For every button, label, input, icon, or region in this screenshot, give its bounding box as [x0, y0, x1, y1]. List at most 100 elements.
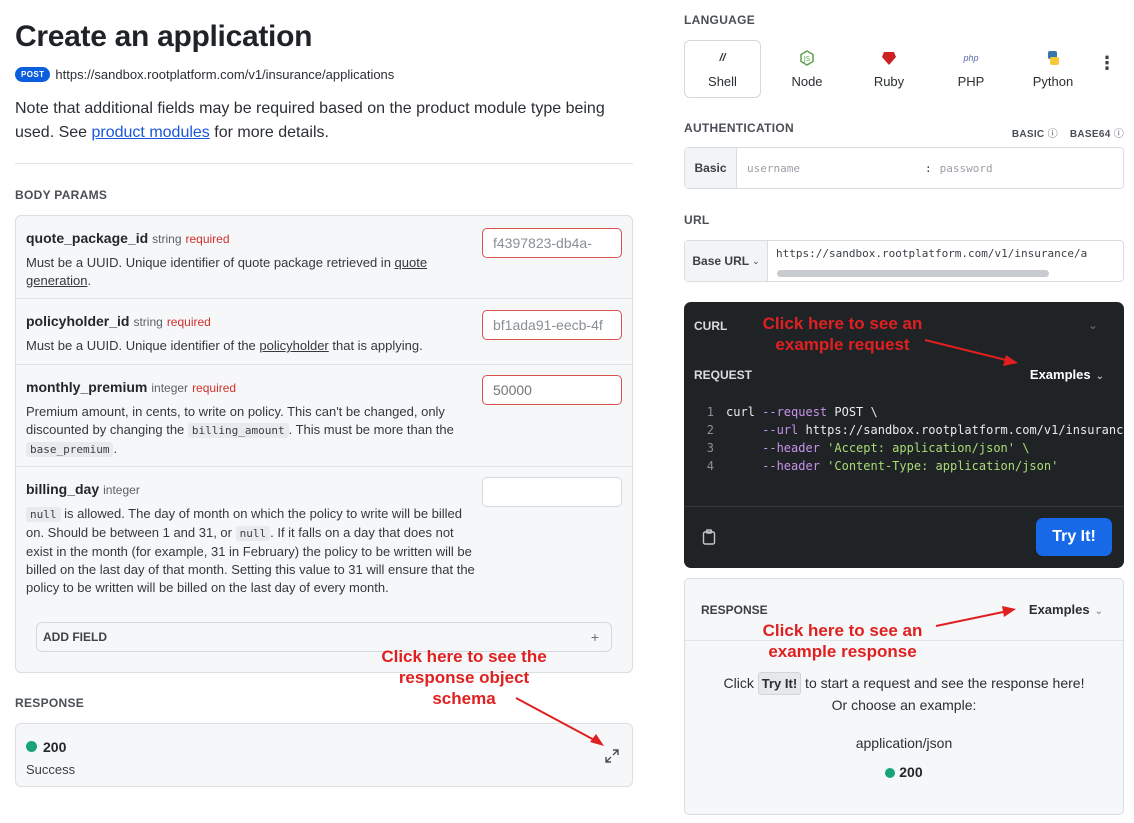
param-type: string — [133, 315, 163, 329]
try-it-kbd: Try It! — [757, 672, 802, 695]
param-description: null is allowed. The day of month on whi… — [26, 506, 475, 595]
status-text: Success — [26, 762, 76, 777]
response-example-200[interactable]: 200 — [685, 764, 1123, 780]
chevron-down-icon[interactable]: ⌄ — [1088, 318, 1098, 332]
chevron-down-icon: ⌄ — [752, 255, 760, 266]
status-code: 200 — [43, 738, 67, 755]
quote-package-id-input[interactable] — [482, 228, 622, 258]
response-status-box[interactable]: 200 Success — [15, 723, 633, 787]
param-description: Premium amount, in cents, to write on po… — [26, 404, 454, 457]
param-required: required — [185, 232, 230, 246]
note-text-end: for more details. — [209, 124, 329, 141]
clipboard-icon[interactable] — [702, 529, 716, 545]
param-policyholder-id: policyholder_id string required Must be a … — [16, 299, 632, 365]
language-label: LANGUAGE — [684, 13, 756, 27]
method-badge: POST — [15, 67, 51, 82]
curl-label: CURL — [694, 319, 728, 333]
request-examples-dropdown[interactable]: Examples ⌄ — [1030, 367, 1104, 382]
expand-icon[interactable] — [604, 748, 620, 764]
chevron-down-icon: ⌄ — [1095, 371, 1104, 382]
try-it-button[interactable]: Try It! — [1036, 518, 1112, 556]
param-name: policyholder_id — [26, 313, 130, 329]
lang-tab-ruby[interactable]: Ruby — [848, 40, 930, 98]
lang-tab-php[interactable]: php PHP — [930, 40, 1012, 98]
param-type: integer — [103, 483, 140, 497]
auth-box: Basic username : password — [684, 147, 1124, 189]
password-input[interactable]: password — [940, 162, 993, 175]
lang-label: Python — [1032, 73, 1074, 89]
code-line: 2 --url https://sandbox.rootplatform.com… — [706, 423, 1124, 437]
response-panel: RESPONSE Examples ⌄ Click Try It! to star… — [684, 578, 1124, 815]
monthly-premium-input[interactable] — [482, 375, 622, 405]
param-type: string — [152, 232, 182, 246]
param-required: required — [166, 315, 211, 329]
chevron-down-icon: ⌄ — [1094, 606, 1103, 617]
response-label: RESPONSE — [15, 696, 85, 710]
lang-label: PHP — [957, 73, 985, 89]
request-label: REQUEST — [694, 368, 753, 382]
php-icon: php — [963, 52, 979, 63]
code-line: 3 --header 'Accept: application/json' \ — [706, 441, 1030, 455]
auth-tags: BASIC ⓘ BASE64 ⓘ — [1012, 125, 1124, 140]
param-monthly-premium: monthly_premium integer required Premium a… — [16, 365, 632, 467]
lang-tab-python[interactable]: Python — [1012, 40, 1094, 98]
ruby-icon — [881, 50, 897, 66]
auth-scheme-label: Basic — [685, 148, 737, 188]
body-params-label: BODY PARAMS — [15, 188, 108, 202]
node-icon: JS — [800, 49, 814, 66]
info-icon: ⓘ — [1047, 129, 1058, 140]
code-line: 4 --header 'Content-Type: application/js… — [706, 459, 1059, 473]
add-field-label: ADD FIELD — [43, 630, 107, 644]
authentication-label: AUTHENTICATION — [684, 121, 794, 135]
language-tabs: // Shell JS Node Ruby php PHP Python — [684, 40, 1094, 98]
annotation-arrow-response — [935, 606, 1016, 627]
plus-icon: + — [590, 629, 599, 645]
info-icon: ⓘ — [1113, 129, 1124, 140]
status-dot-icon — [885, 768, 896, 779]
code-line: 1 curl --request POST \ — [706, 405, 878, 419]
page-title: Create an application — [15, 20, 313, 53]
svg-text:JS: JS — [803, 55, 811, 63]
param-description: Must be a UUID. Unique identifier of the… — [26, 338, 423, 353]
python-icon — [1045, 50, 1061, 66]
params-box: quote_package_id string required Must be a… — [15, 215, 633, 673]
shell-icon: // — [719, 51, 726, 64]
lang-tab-shell[interactable]: // Shell — [684, 40, 761, 98]
url-label: URL — [684, 213, 710, 227]
auth-separator: : — [925, 161, 932, 175]
more-options-icon[interactable]: ⋮ — [1098, 54, 1116, 72]
param-quote-package-id: quote_package_id string required Must be a… — [16, 216, 632, 299]
annotation-response: Click here to see an example response — [762, 621, 923, 661]
product-modules-link[interactable]: product modules — [92, 124, 210, 141]
billing-day-input[interactable] — [482, 477, 622, 507]
endpoint-url: https://sandbox.rootplatform.com/v1/insu… — [55, 67, 395, 82]
param-name: monthly_premium — [26, 379, 148, 395]
param-type: integer — [151, 381, 189, 395]
username-input[interactable]: username — [747, 162, 925, 175]
response-content-type: application/json — [855, 735, 953, 751]
auth-tag-basic[interactable]: BASIC ⓘ — [1012, 125, 1058, 140]
base-url-dropdown[interactable]: Base URL ⌄ — [685, 241, 768, 281]
description-note: Note that additional fields may be requi… — [15, 97, 635, 145]
policyholder-id-input[interactable] — [482, 310, 622, 340]
code-block: 1 curl --request POST \ 2 --url https://s… — [684, 403, 1124, 475]
curl-footer: Try It! — [684, 506, 1124, 568]
annotation-request: Click here to see an example request — [762, 314, 923, 354]
param-required: required — [192, 381, 237, 395]
lang-label: Ruby — [873, 73, 905, 89]
divider — [15, 163, 633, 164]
endpoint-row: POST https://sandbox.rootplatform.com/v1… — [15, 67, 394, 82]
response-panel-label: RESPONSE — [701, 603, 768, 617]
lang-label: Node — [791, 73, 823, 89]
response-examples-dropdown[interactable]: Examples ⌄ — [1029, 602, 1103, 617]
param-name: billing_day — [26, 481, 100, 497]
url-box: Base URL ⌄ https://sandbox.rootplatform.c… — [684, 240, 1124, 282]
annotation-schema: Click here to see the response object sc… — [381, 647, 547, 708]
auth-tag-base64[interactable]: BASE64 ⓘ — [1070, 125, 1124, 140]
response-instructions: Click Try It! to start a request and see… — [685, 672, 1123, 716]
lang-label: Shell — [708, 73, 737, 89]
policyholder-link[interactable]: policyholder — [259, 338, 328, 353]
lang-tab-node[interactable]: JS Node — [766, 40, 848, 98]
param-description: Must be a UUID. Unique identifier of quo… — [26, 255, 428, 288]
url-scrollbar[interactable] — [777, 270, 1049, 277]
